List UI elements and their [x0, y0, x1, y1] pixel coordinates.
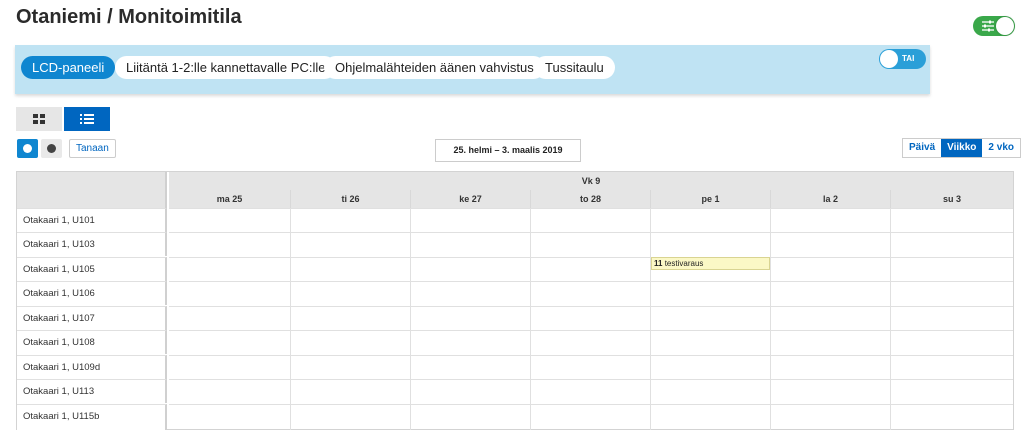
grid-line [290, 208, 291, 430]
grid-line [890, 208, 891, 430]
next-week-button[interactable] [41, 139, 62, 158]
grid-line [650, 208, 651, 430]
event-title: testivaraus [664, 259, 704, 268]
resource-row-label[interactable]: Otakaari 1, U113 [17, 379, 167, 403]
settings-toggle[interactable] [973, 16, 1015, 36]
grid-line [169, 281, 1013, 282]
sliders-icon [982, 20, 994, 32]
filter-chip-aanen-vahvistus[interactable]: Ohjelmalähteiden äänen vahvistus [324, 56, 545, 79]
range-day-button[interactable]: Päivä [903, 139, 941, 157]
grid-line [169, 379, 1013, 380]
previous-week-button[interactable] [17, 139, 38, 158]
and-or-toggle[interactable]: TAI [879, 49, 926, 69]
grid-line [530, 208, 531, 430]
day-header-wed: ke 27 [410, 190, 530, 208]
filter-bar: LCD-paneeli Liitäntä 1-2:lle kannettaval… [15, 45, 930, 94]
grid-line [169, 208, 1013, 209]
filter-chip-tussitaulu[interactable]: Tussitaulu [534, 56, 615, 79]
day-header-tue: ti 26 [290, 190, 410, 208]
page-title: Otaniemi / Monitoimitila [16, 6, 242, 28]
date-range-display: 25. helmi – 3. maalis 2019 [435, 139, 581, 162]
week-number: Vk 9 [169, 172, 1013, 190]
grid-line [169, 306, 1013, 307]
resource-row-label[interactable]: Otakaari 1, U101 [17, 208, 167, 232]
grid-line [169, 257, 1013, 258]
event-time: 11 [654, 259, 663, 268]
filter-chip-liitanta[interactable]: Liitäntä 1-2:lle kannettavalle PC:lle [115, 56, 337, 79]
range-week-button[interactable]: Viikko [941, 139, 983, 157]
resource-row-label[interactable]: Otakaari 1, U103 [17, 232, 167, 256]
resource-row-label[interactable]: Otakaari 1, U106 [17, 281, 167, 305]
grid-line [169, 330, 1013, 331]
day-header-sat: la 2 [770, 190, 890, 208]
today-button[interactable]: Tanaan [69, 139, 116, 158]
resource-calendar: Vk 9 ma 25 ti 26 ke 27 to 28 pe 1 la 2 s… [16, 171, 1014, 430]
grid-icon [33, 114, 45, 124]
grid-line [169, 355, 1013, 356]
list-icon [80, 114, 94, 124]
day-header-sun: su 3 [890, 190, 1013, 208]
toggle-knob [880, 50, 898, 68]
resource-row-label[interactable]: Otakaari 1, U107 [17, 306, 167, 330]
grid-line [169, 232, 1013, 233]
grid-line [410, 208, 411, 430]
toggle-knob [996, 17, 1014, 35]
day-header-fri: pe 1 [650, 190, 770, 208]
calendar-event[interactable]: 11 testivaraus [651, 257, 770, 270]
day-header-mon: ma 25 [169, 190, 290, 208]
resource-row-label[interactable]: Otakaari 1, U115b [17, 404, 167, 430]
resource-row-label[interactable]: Otakaari 1, U105 [17, 257, 167, 281]
range-two-weeks-button[interactable]: 2 vko [982, 139, 1020, 157]
arrow-right-icon [47, 144, 56, 153]
list-view-button[interactable] [64, 107, 110, 131]
range-selector: Päivä Viikko 2 vko [902, 138, 1021, 158]
toggle-label: TAI [902, 54, 915, 63]
grid-line [770, 208, 771, 430]
calendar-corner [17, 172, 167, 208]
resource-row-label[interactable]: Otakaari 1, U108 [17, 330, 167, 354]
filter-chip-lcd-paneeli[interactable]: LCD-paneeli [21, 56, 116, 79]
day-header-thu: to 28 [530, 190, 650, 208]
grid-line [169, 404, 1013, 405]
grid-view-button[interactable] [16, 107, 62, 131]
arrow-left-icon [23, 144, 32, 153]
resource-row-label[interactable]: Otakaari 1, U109d [17, 355, 167, 379]
